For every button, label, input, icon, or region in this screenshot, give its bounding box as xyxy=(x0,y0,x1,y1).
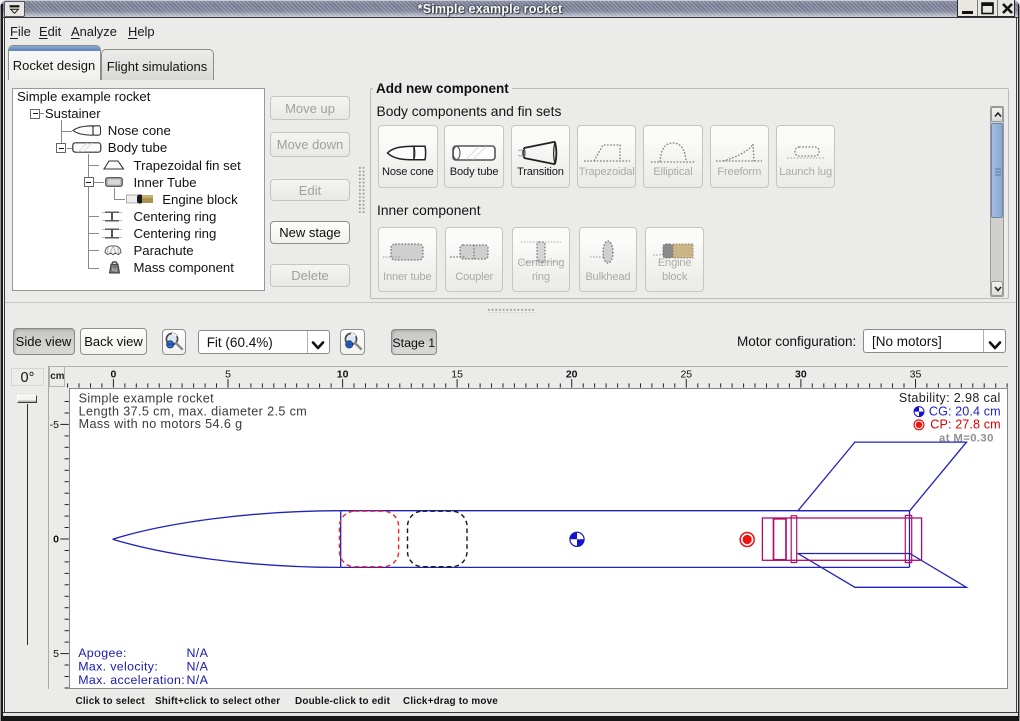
svg-text:N/A: N/A xyxy=(186,659,208,673)
svg-text:N/A: N/A xyxy=(186,646,208,660)
svg-text:30: 30 xyxy=(795,369,807,381)
svg-text:5: 5 xyxy=(53,648,59,660)
svg-text:N/A: N/A xyxy=(186,672,208,686)
svg-text:5: 5 xyxy=(225,369,231,381)
svg-text:Mass with no motors 54.6 g: Mass with no motors 54.6 g xyxy=(78,417,242,431)
svg-text:kg: kg xyxy=(112,267,117,272)
svg-text:Max. acceleration:: Max. acceleration: xyxy=(78,672,185,686)
svg-text:Stability: 2.98 cal: Stability: 2.98 cal xyxy=(898,390,1000,404)
svg-text:Simple example rocket: Simple example rocket xyxy=(78,391,213,405)
svg-text:-5: -5 xyxy=(49,418,58,430)
svg-text:Length 37.5 cm, max. diameter: Length 37.5 cm, max. diameter 2.5 cm xyxy=(78,404,307,418)
svg-text:20: 20 xyxy=(566,369,578,381)
svg-text:at M=0.30: at M=0.30 xyxy=(939,432,994,444)
svg-text:CG: 20.4 cm: CG: 20.4 cm xyxy=(928,404,1000,418)
svg-text:15: 15 xyxy=(451,369,463,381)
svg-text:Max. velocity:: Max. velocity: xyxy=(78,659,158,673)
svg-text:Apogee:: Apogee: xyxy=(78,646,127,660)
svg-text:25: 25 xyxy=(680,369,692,381)
svg-text:0: 0 xyxy=(110,369,116,381)
svg-text:10: 10 xyxy=(336,369,348,381)
svg-text:35: 35 xyxy=(909,369,921,381)
svg-text:0: 0 xyxy=(53,533,59,545)
svg-text:CP: 27.8 cm: CP: 27.8 cm xyxy=(930,417,1000,431)
